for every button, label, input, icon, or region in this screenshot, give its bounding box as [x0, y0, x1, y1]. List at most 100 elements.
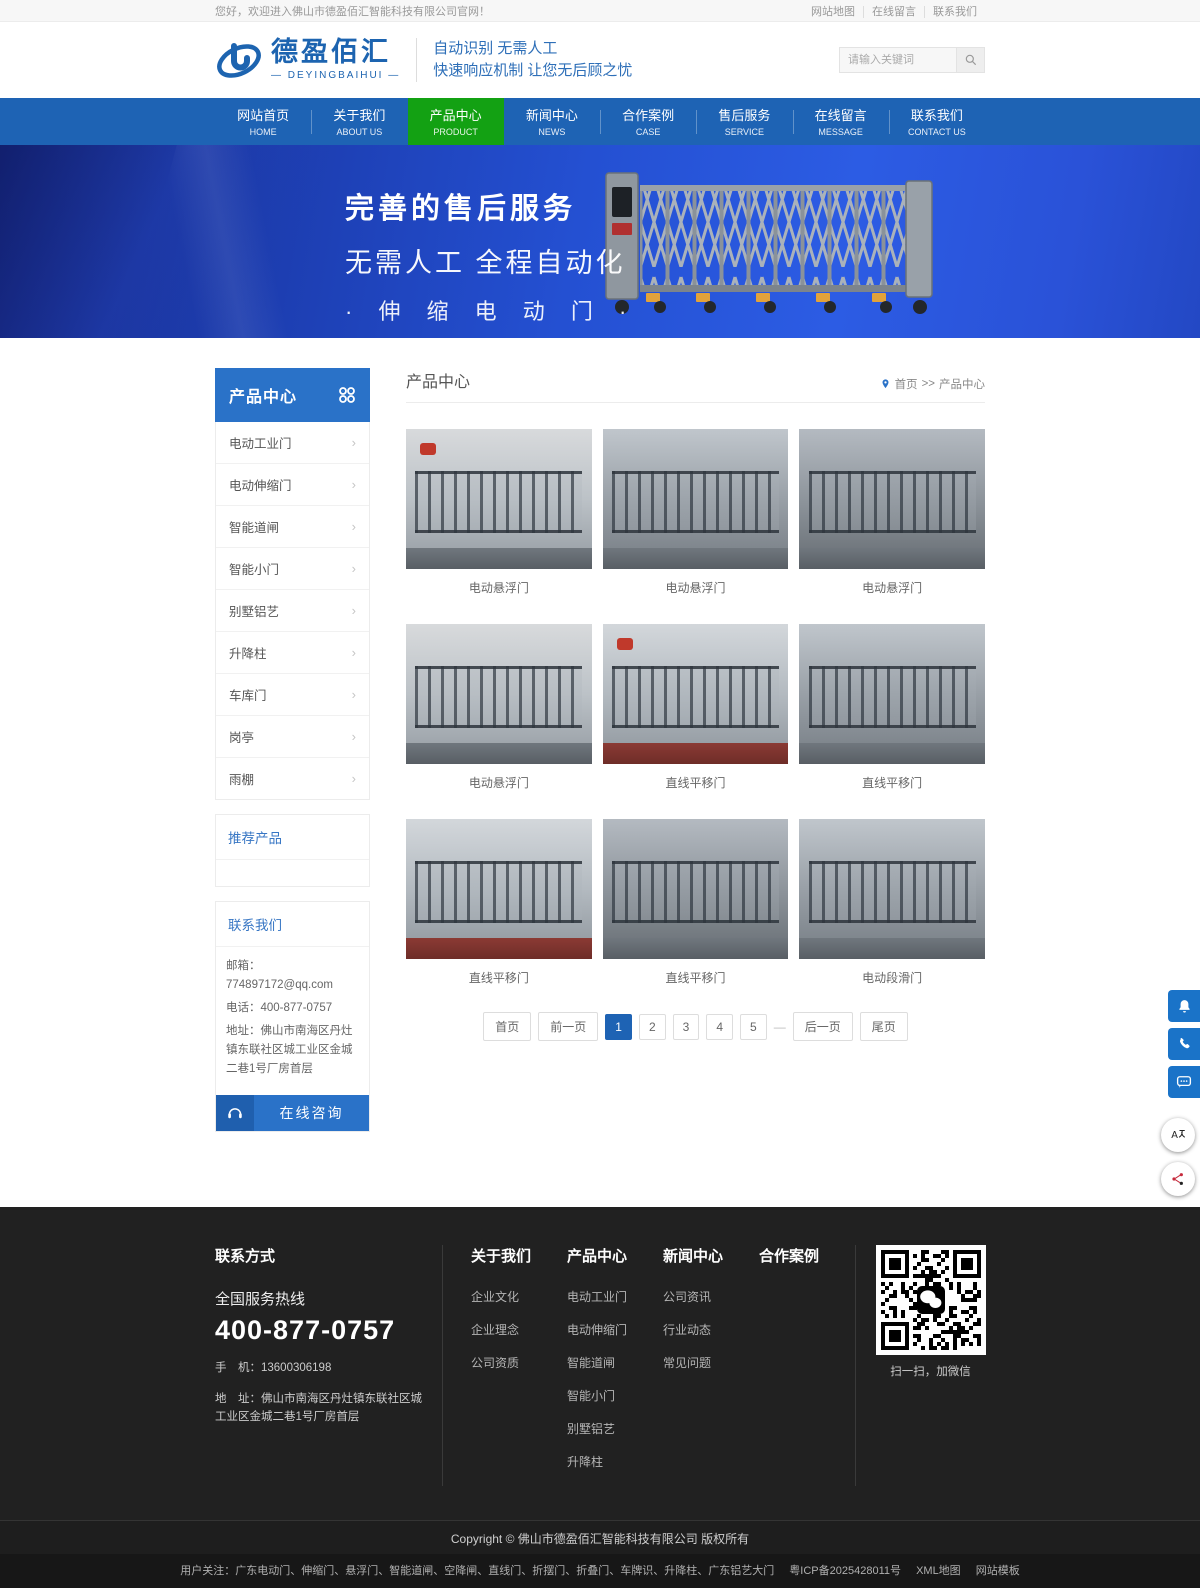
banner-line1: 完善的售后服务: [345, 185, 636, 227]
phone-button[interactable]: [1168, 1028, 1200, 1060]
category-item-canopy[interactable]: 雨棚›: [216, 758, 369, 799]
category-item-villa-aluminum[interactable]: 别墅铝艺›: [216, 590, 369, 632]
contact-box: 联系我们 邮箱：774897172@qq.com 电话：400-877-0757…: [215, 901, 370, 1132]
footer-link[interactable]: 行业动态: [663, 1321, 759, 1338]
logo-icon: [215, 36, 263, 84]
sidebar: 产品中心 电动工业门› 电动伸缩门› 智能道闸› 智能小门› 别墅铝艺› 升降柱…: [215, 368, 370, 1132]
notification-button[interactable]: [1168, 990, 1200, 1022]
contact-email: 邮箱：774897172@qq.com: [226, 957, 359, 995]
product-card[interactable]: 直线平移门: [799, 624, 985, 791]
nav-item-message[interactable]: 在线留言MESSAGE: [793, 98, 889, 145]
xml-sitemap-link[interactable]: XML地图: [916, 1565, 961, 1577]
template-link[interactable]: 网站模板: [976, 1565, 1020, 1577]
pagination: 首页 前一页 1 2 3 4 5 — 后一页 尾页: [406, 1012, 985, 1041]
breadcrumb-home[interactable]: 首页: [895, 376, 918, 392]
footer-link[interactable]: 别墅铝艺: [567, 1420, 663, 1437]
topbar-link-message[interactable]: 在线留言: [863, 6, 924, 18]
product-section: 产品中心 首页 >> 产品中心 电动悬浮门 电动悬浮门 电动悬浮门 电动悬浮门: [406, 368, 985, 1041]
slogan-line1: 自动识别 无需人工: [433, 38, 632, 60]
welcome-text: 您好，欢迎进入佛山市德盈佰汇智能科技有限公司官网！: [215, 3, 490, 19]
page-first[interactable]: 首页: [483, 1012, 531, 1041]
retractable-gate-image: [600, 167, 940, 317]
header: 德盈佰汇 — DEYINGBAIHUI — 自动识别 无需人工 快速响应机制 让…: [0, 22, 1200, 98]
topbar-link-contact[interactable]: 联系我们: [924, 6, 985, 18]
product-photo: [799, 819, 985, 959]
search-input[interactable]: [839, 47, 957, 73]
nav-item-home[interactable]: 网站首页HOME: [215, 98, 311, 145]
footer-link[interactable]: 公司资质: [471, 1354, 567, 1371]
footer-link[interactable]: 企业理念: [471, 1321, 567, 1338]
copyright-text: Copyright © 佛山市德盈佰汇智能科技有限公司 版权所有: [451, 1532, 749, 1546]
bottom-links-bar: 用户关注：广东电动门、伸缩门、悬浮门、智能道闸、空降闸、直线门、折摆门、折叠门、…: [0, 1554, 1200, 1588]
product-card[interactable]: 直线平移门: [406, 819, 592, 986]
page-4[interactable]: 4: [706, 1014, 733, 1040]
chat-button[interactable]: [1168, 1066, 1200, 1098]
footer-link[interactable]: 企业文化: [471, 1288, 567, 1305]
share-node-button[interactable]: [1161, 1162, 1195, 1196]
category-item-garage-door[interactable]: 车库门›: [216, 674, 369, 716]
page-last[interactable]: 尾页: [860, 1012, 908, 1041]
category-item-retractable-door[interactable]: 电动伸缩门›: [216, 464, 369, 506]
footer-link[interactable]: 智能小门: [567, 1387, 663, 1404]
product-card[interactable]: 电动悬浮门: [799, 429, 985, 596]
category-item-industrial-door[interactable]: 电动工业门›: [216, 422, 369, 464]
chevron-right-icon: ›: [352, 435, 356, 450]
page-prev[interactable]: 前一页: [538, 1012, 598, 1041]
footer-link[interactable]: 升降柱: [567, 1453, 663, 1470]
headset-icon: [226, 1104, 244, 1122]
category-item-guard-booth[interactable]: 岗亭›: [216, 716, 369, 758]
page-1[interactable]: 1: [605, 1014, 632, 1040]
product-card[interactable]: 直线平移门: [603, 624, 789, 791]
banner-line2: 无需人工 全程自动化: [345, 241, 636, 280]
page-next[interactable]: 后一页: [793, 1012, 853, 1041]
footer-link[interactable]: 电动工业门: [567, 1288, 663, 1305]
translate-icon: A: [1169, 1126, 1187, 1144]
chat-bubble-icon: [1175, 1073, 1193, 1091]
icp-link[interactable]: 粤ICP备2025428011号: [789, 1565, 901, 1577]
online-consult-button[interactable]: 在线咨询: [216, 1095, 369, 1131]
category-item-bollard[interactable]: 升降柱›: [216, 632, 369, 674]
nav-item-news[interactable]: 新闻中心NEWS: [504, 98, 600, 145]
page-2[interactable]: 2: [639, 1014, 666, 1040]
product-card[interactable]: 直线平移门: [603, 819, 789, 986]
product-card[interactable]: 电动段滑门: [799, 819, 985, 986]
page-5[interactable]: 5: [740, 1014, 767, 1040]
logo[interactable]: 德盈佰汇 — DEYINGBAIHUI —: [215, 36, 400, 84]
product-card[interactable]: 电动悬浮门: [603, 429, 789, 596]
footer-qr: 扫一扫，加微信: [855, 1245, 985, 1486]
footer-link[interactable]: 常见问题: [663, 1354, 759, 1371]
copyright-bar: Copyright © 佛山市德盈佰汇智能科技有限公司 版权所有: [0, 1520, 1200, 1554]
bell-icon: [1176, 998, 1193, 1015]
header-slogan: 自动识别 无需人工 快速响应机制 让您无后顾之忧: [416, 38, 632, 82]
category-list: 电动工业门› 电动伸缩门› 智能道闸› 智能小门› 别墅铝艺› 升降柱› 车库门…: [215, 422, 370, 800]
banner-line3: · 伸 缩 电 动 门 ·: [345, 294, 636, 326]
page-3[interactable]: 3: [673, 1014, 700, 1040]
footer-link[interactable]: 电动伸缩门: [567, 1321, 663, 1338]
nav-item-contact[interactable]: 联系我们CONTACT US: [889, 98, 985, 145]
category-item-smart-door[interactable]: 智能小门›: [216, 548, 369, 590]
product-card[interactable]: 电动悬浮门: [406, 429, 592, 596]
footer-link[interactable]: 公司资讯: [663, 1288, 759, 1305]
product-photo: [406, 624, 592, 764]
chevron-right-icon: ›: [352, 603, 356, 618]
nav-item-case[interactable]: 合作案例CASE: [600, 98, 696, 145]
nav-item-about[interactable]: 关于我们ABOUT US: [311, 98, 407, 145]
footer-col-news: 新闻中心 公司资讯 行业动态 常见问题: [663, 1245, 759, 1486]
hotline-number: 400-877-0757: [215, 1315, 426, 1346]
topbar-link-sitemap[interactable]: 网站地图: [803, 6, 863, 18]
product-card[interactable]: 电动悬浮门: [406, 624, 592, 791]
phone-icon: [1176, 1036, 1193, 1053]
recommend-title: 推荐产品: [216, 815, 369, 860]
footer-link[interactable]: 智能道闸: [567, 1354, 663, 1371]
floating-widgets: [1168, 990, 1200, 1098]
qr-code-image: [881, 1250, 981, 1350]
search-button[interactable]: [957, 47, 985, 73]
nav-item-service[interactable]: 售后服务SERVICE: [696, 98, 792, 145]
contact-address: 地址：佛山市南海区丹灶镇东联社区城工业区金城二巷1号厂房首层: [226, 1022, 359, 1079]
product-photo: [603, 624, 789, 764]
category-item-barrier-gate[interactable]: 智能道闸›: [216, 506, 369, 548]
translate-button[interactable]: A: [1161, 1118, 1195, 1152]
nav-item-product[interactable]: 产品中心PRODUCT: [408, 98, 504, 145]
chevron-right-icon: ›: [352, 519, 356, 534]
pagination-dash: —: [774, 1020, 786, 1034]
